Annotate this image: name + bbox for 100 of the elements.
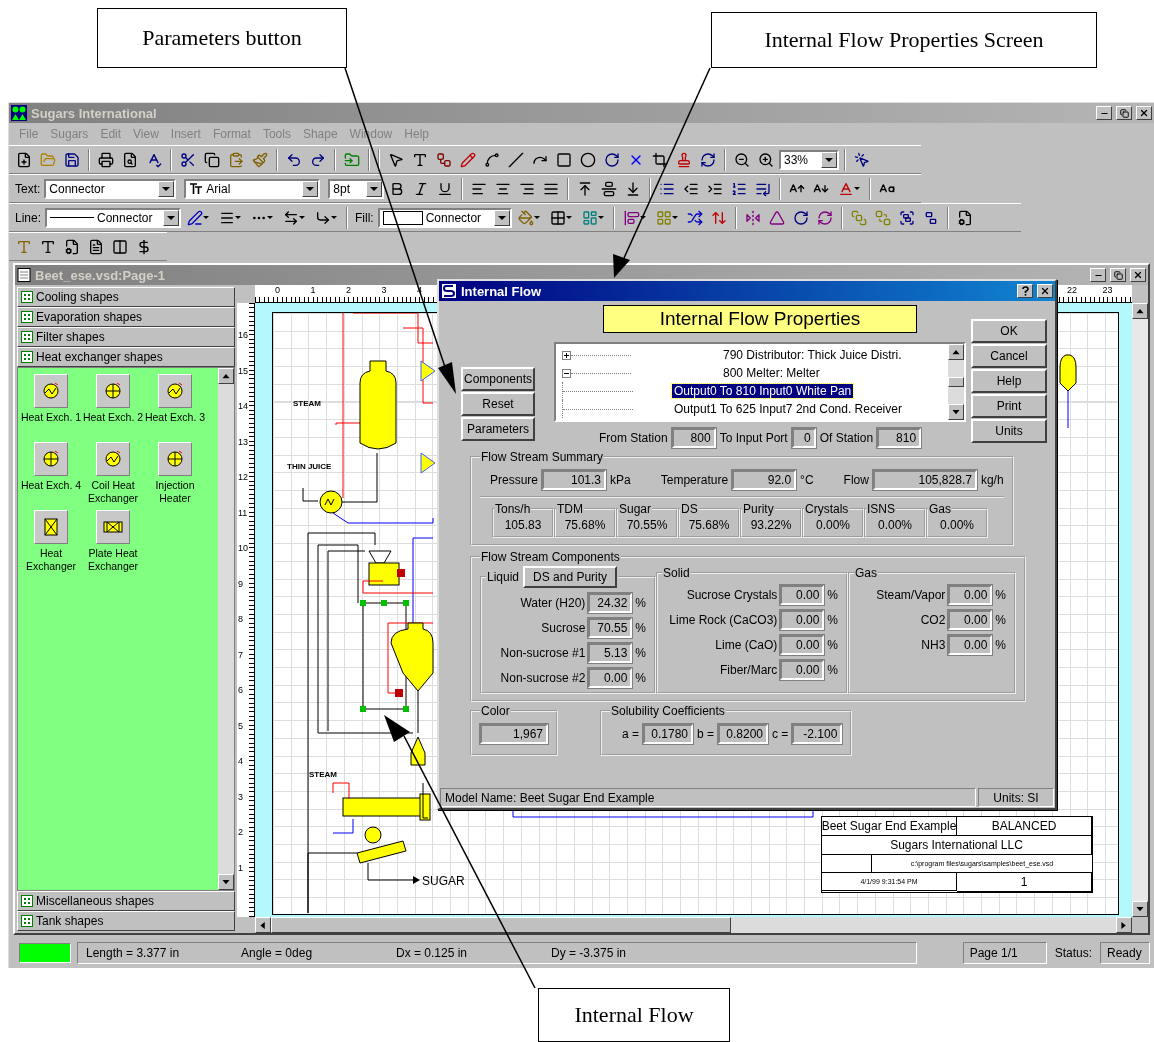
rotate-icon[interactable]	[604, 151, 620, 168]
pencil-icon[interactable]	[460, 151, 476, 168]
zoom-dropdown[interactable]: 33%	[779, 149, 839, 170]
stamp-icon[interactable]	[676, 151, 692, 168]
close-button[interactable]	[1136, 106, 1152, 120]
stencil-header[interactable]: Evaporation shapes	[17, 307, 235, 327]
folder-arrow-icon[interactable]	[344, 151, 360, 168]
coefficient-field[interactable]: 0.1780	[643, 724, 693, 744]
value-field[interactable]: 0.00	[588, 667, 633, 688]
tree-item[interactable]: Output1 To 625 Input7 2nd Cond. Receiver	[672, 402, 904, 416]
custom-property-icon[interactable]	[16, 238, 32, 255]
resize-icon[interactable]	[710, 209, 727, 226]
align-middle-icon[interactable]	[601, 180, 618, 197]
connector-tool-icon[interactable]	[436, 151, 452, 168]
paste-icon[interactable]	[228, 151, 244, 168]
crop-icon[interactable]	[652, 151, 668, 168]
new-file-icon[interactable]	[16, 151, 32, 168]
shape-tile[interactable]	[158, 442, 192, 476]
page-setup-icon[interactable]	[64, 238, 80, 255]
scroll-thumb[interactable]	[271, 917, 731, 933]
shape-tile[interactable]	[96, 374, 130, 408]
value-field[interactable]: 0.00	[780, 634, 825, 655]
line-style-dropdown[interactable]: Connector	[45, 207, 182, 228]
rotate-right-icon[interactable]	[816, 209, 833, 226]
freeform-icon[interactable]	[484, 151, 500, 168]
document-minimize-button[interactable]	[1090, 268, 1106, 282]
rotate-left-icon[interactable]	[792, 209, 809, 226]
value-field[interactable]: 5.13	[588, 642, 633, 663]
text-tool-icon[interactable]	[412, 151, 428, 168]
redo-icon[interactable]	[310, 151, 326, 168]
cut-icon[interactable]	[180, 151, 196, 168]
document-restore-button[interactable]	[1110, 268, 1126, 282]
zoom-in-icon[interactable]	[758, 151, 774, 168]
color-field[interactable]: 1,967	[480, 724, 548, 744]
value-field[interactable]: 105,828.7	[872, 470, 977, 490]
tree-item[interactable]: 800 Melter: Melter	[721, 366, 822, 380]
align-shapes-icon[interactable]	[623, 209, 640, 226]
zoom-out-icon[interactable]	[734, 151, 750, 168]
stencil-header[interactable]: Heat exchanger shapes	[17, 347, 235, 367]
value-field[interactable]: 0.00	[780, 659, 825, 680]
text-style-dropdown[interactable]: Connector	[44, 178, 177, 199]
tree-item[interactable]: 790 Distributor: Thick Juice Distri.	[721, 348, 904, 362]
collapse-icon[interactable]	[562, 368, 571, 378]
tree-scrollbar[interactable]	[948, 344, 964, 420]
value-field[interactable]: 0.00	[780, 609, 825, 630]
fill-pattern-icon[interactable]	[549, 209, 566, 226]
value-field[interactable]: 92.0	[732, 470, 797, 490]
help-pointer-icon[interactable]	[854, 151, 870, 168]
coefficient-field[interactable]: -2.100	[792, 724, 843, 744]
station-field[interactable]: 810	[877, 428, 922, 448]
save-icon[interactable]	[64, 151, 80, 168]
stencil-scrollbar[interactable]	[218, 368, 234, 890]
shape-tile[interactable]	[96, 442, 130, 476]
underline-icon[interactable]	[437, 180, 454, 197]
ellipse-tool-icon[interactable]	[580, 151, 596, 168]
text-block-icon[interactable]	[40, 238, 56, 255]
value-field[interactable]: 0.00	[780, 584, 825, 605]
shape-tile[interactable]	[158, 374, 192, 408]
properties-icon[interactable]	[956, 209, 973, 226]
line-tool-icon[interactable]	[508, 151, 524, 168]
undo-icon[interactable]	[286, 151, 302, 168]
flip-horizontal-icon[interactable]	[744, 209, 761, 226]
shape-tile[interactable]	[34, 442, 68, 476]
fill-color-icon[interactable]	[517, 209, 534, 226]
report-icon[interactable]	[88, 238, 104, 255]
minimize-button[interactable]	[1096, 106, 1112, 120]
shadow-icon[interactable]	[581, 209, 598, 226]
printer-icon[interactable]	[98, 151, 114, 168]
font-color-icon[interactable]	[838, 180, 855, 197]
value-field[interactable]: 0.00	[948, 634, 993, 655]
ds-purity-button[interactable]: DS and Purity	[523, 566, 618, 588]
document-close-button[interactable]	[1130, 268, 1146, 282]
shape-tile[interactable]	[96, 510, 130, 544]
dialog-button[interactable]: Print	[971, 394, 1047, 418]
paragraph-spacing-icon[interactable]	[731, 180, 748, 197]
horizontal-scrollbar[interactable]	[255, 917, 1132, 933]
value-field[interactable]: 24.32	[588, 592, 633, 613]
value-field[interactable]: 101.3	[542, 470, 607, 490]
stencil-header[interactable]: Tank shapes	[17, 911, 235, 931]
dialog-button[interactable]: OK	[971, 319, 1047, 343]
station-field[interactable]: 0	[791, 428, 816, 448]
fill-style-dropdown[interactable]: Connector	[377, 207, 512, 228]
dialog-button[interactable]: Reset	[461, 392, 535, 416]
dialog-button[interactable]: Help	[971, 369, 1047, 393]
print-preview-icon[interactable]	[122, 151, 138, 168]
group-icon[interactable]	[898, 209, 915, 226]
stencil-header[interactable]: Miscellaneous shapes	[17, 891, 235, 911]
help-button[interactable]	[1017, 284, 1033, 298]
copy-icon[interactable]	[204, 151, 220, 168]
value-field[interactable]: 70.55	[588, 617, 633, 638]
cost-icon[interactable]	[136, 238, 152, 255]
station-tree[interactable]: 790 Distributor: Thick Juice Distri. 800 Melter: Melter Output0 To 810 Input0 White Pan Output1 To 625 Input7 2nd Cond. Receiver	[554, 342, 966, 422]
spell-check-icon[interactable]	[146, 151, 162, 168]
restore-button[interactable]	[1116, 106, 1132, 120]
stencil-header[interactable]: Cooling shapes	[17, 287, 235, 307]
shape-tile[interactable]	[34, 374, 68, 408]
dialog-button[interactable]: Parameters	[461, 417, 535, 441]
flip-vertical-icon[interactable]	[768, 209, 785, 226]
station-field[interactable]: 800	[671, 428, 716, 448]
corner-rounding-icon[interactable]	[315, 209, 332, 226]
